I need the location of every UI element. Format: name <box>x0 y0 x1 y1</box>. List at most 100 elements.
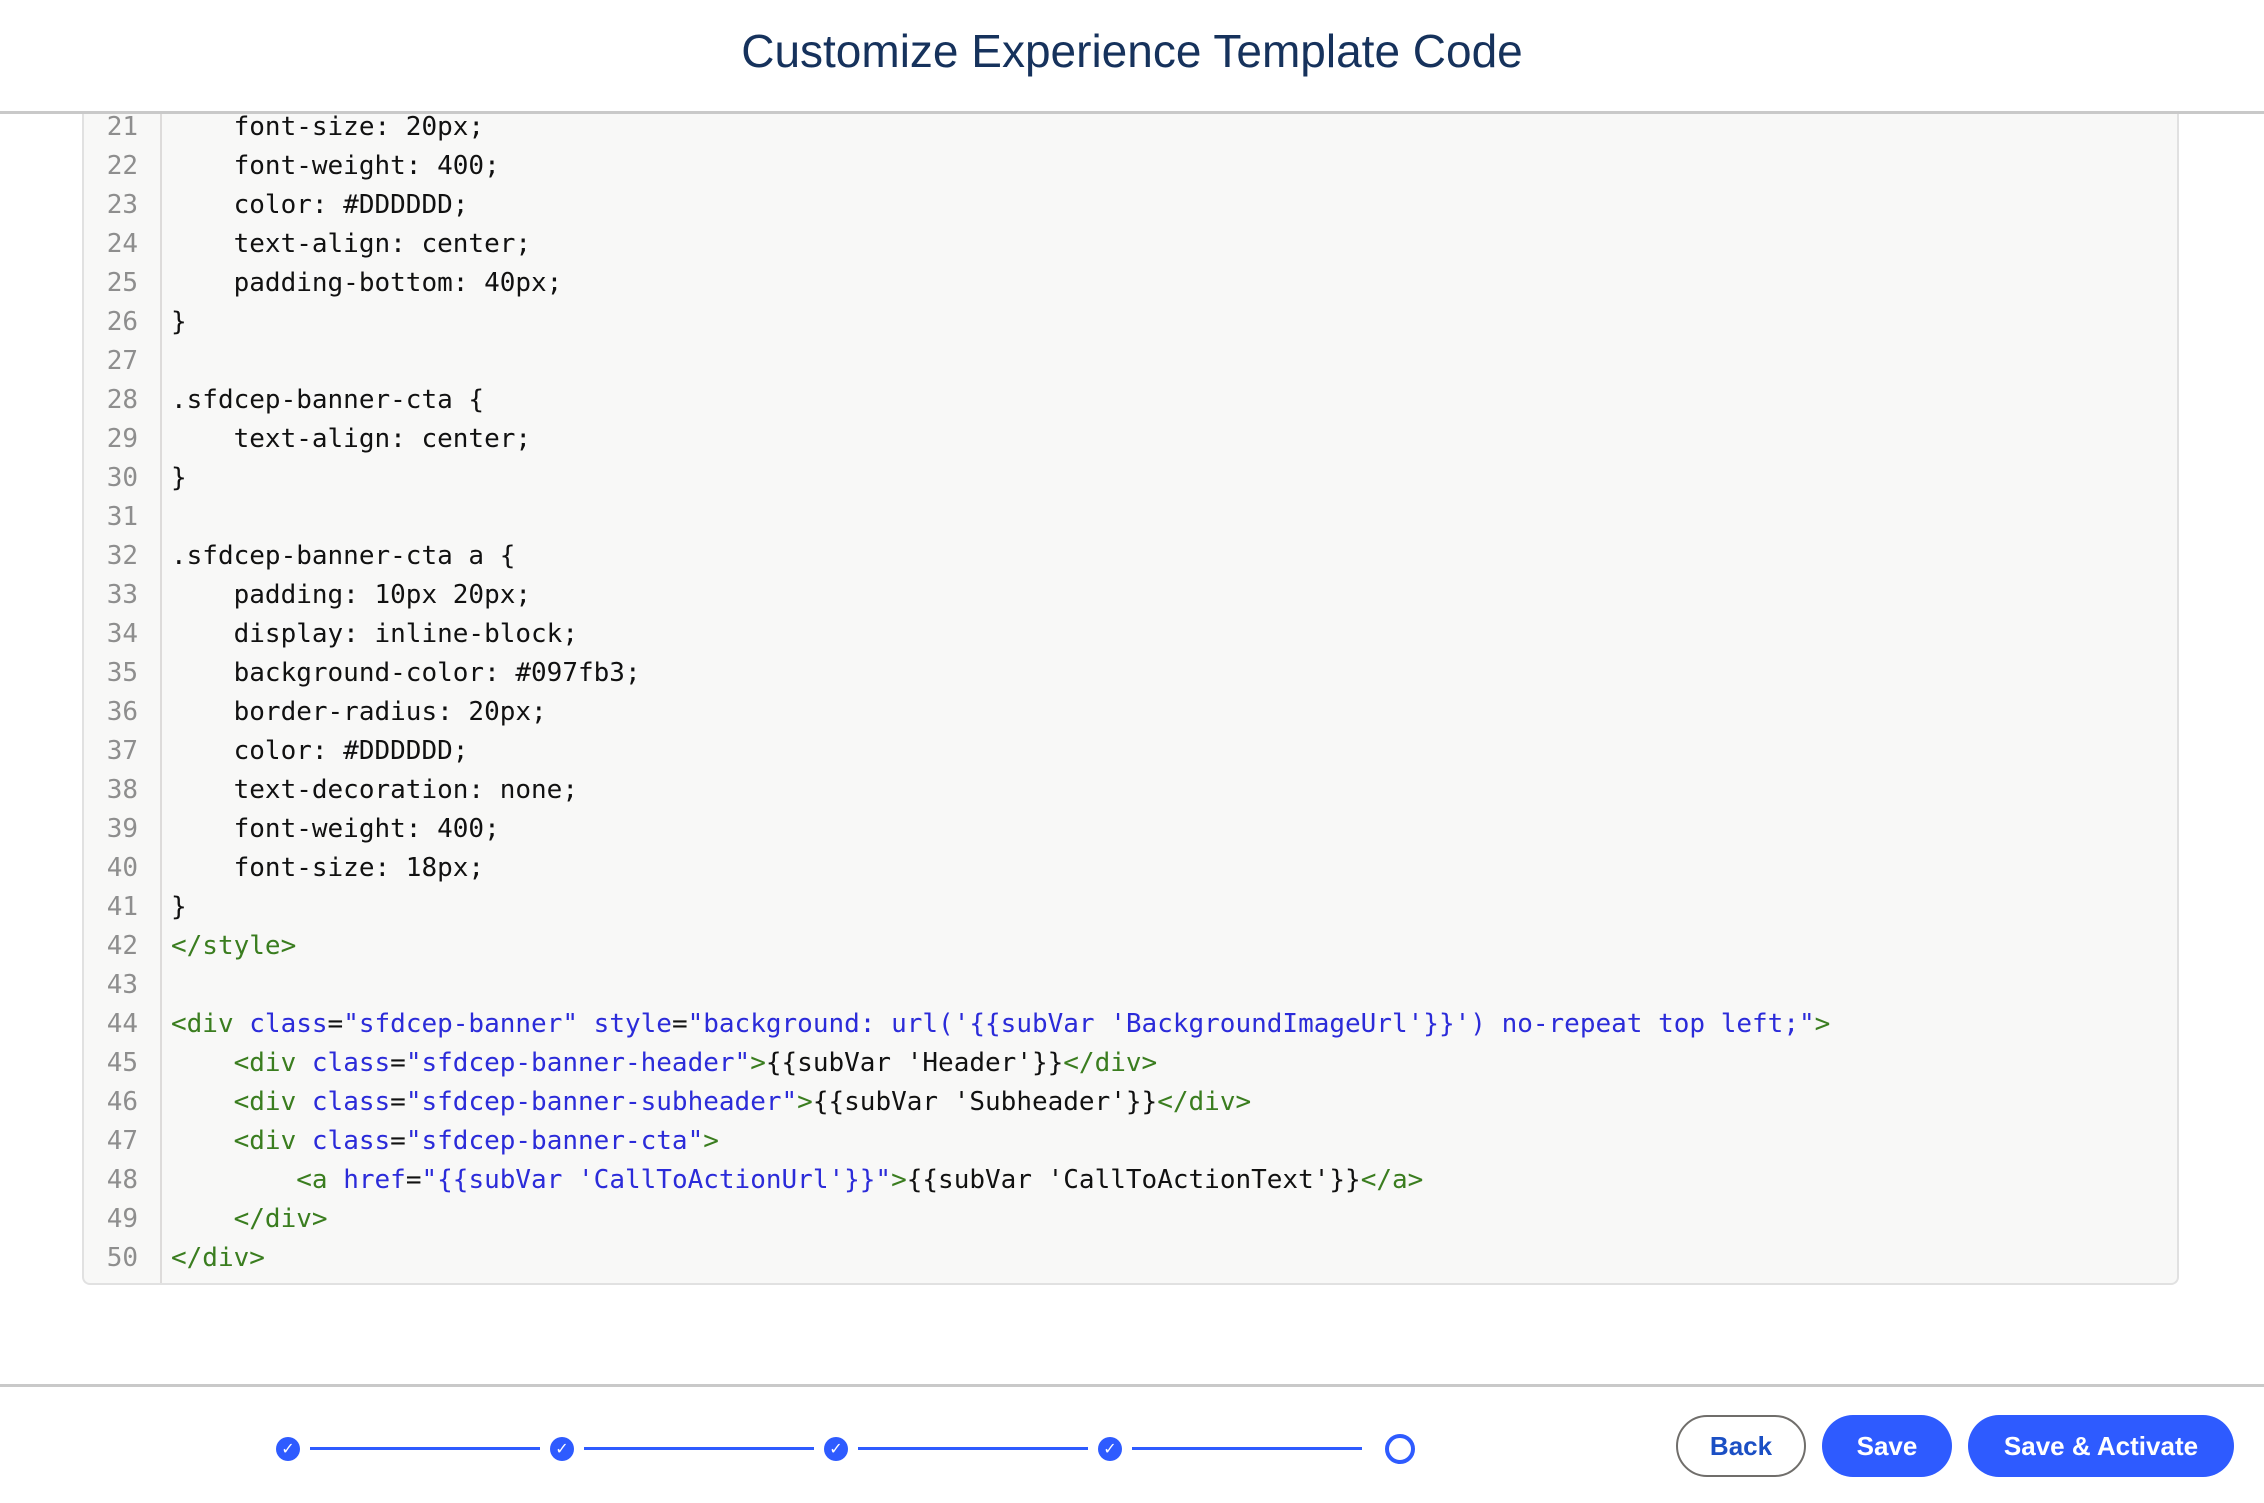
code-line[interactable]: 24 text-align: center; <box>84 225 2177 264</box>
code-line[interactable]: 21 font-size: 20px; <box>84 114 2177 147</box>
code-text[interactable]: <div class="sfdcep-banner-subheader">{{s… <box>171 1083 1252 1122</box>
line-number: 50 <box>106 1243 138 1273</box>
save-button[interactable]: Save <box>1822 1415 1952 1477</box>
current-step-icon[interactable] <box>1385 1434 1415 1464</box>
page-title: Customize Experience Template Code <box>741 25 1523 77</box>
code-text[interactable]: padding: 10px 20px; <box>171 576 531 615</box>
code-token: > <box>703 1126 719 1156</box>
code-text[interactable]: </div> <box>171 1239 265 1278</box>
code-line[interactable]: 22 font-weight: 400; <box>84 147 2177 186</box>
code-line[interactable]: 30} <box>84 459 2177 498</box>
code-text[interactable]: </div> <box>171 1200 328 1239</box>
line-number: 40 <box>106 853 138 883</box>
code-token: </a> <box>1360 1165 1424 1195</box>
code-text[interactable]: font-size: 20px; <box>171 114 484 147</box>
code-token: {{subVar 'CallToActionText'}} <box>906 1165 1361 1195</box>
code-text[interactable]: text-align: center; <box>171 420 531 459</box>
back-button[interactable]: Back <box>1676 1415 1806 1477</box>
code-token: class <box>296 1048 391 1078</box>
code-text[interactable]: .sfdcep-banner-cta a { <box>171 537 515 576</box>
check-icon[interactable]: ✓ <box>550 1437 574 1461</box>
code-line[interactable]: 33 padding: 10px 20px; <box>84 576 2177 615</box>
code-token: <div <box>171 1009 234 1039</box>
line-number: 43 <box>106 970 138 1000</box>
save-activate-button[interactable]: Save & Activate <box>1968 1415 2234 1477</box>
code-text[interactable]: background-color: #097fb3; <box>171 654 641 693</box>
code-text[interactable]: color: #DDDDDD; <box>171 732 469 771</box>
line-number: 46 <box>106 1087 138 1117</box>
code-token: > <box>891 1165 907 1195</box>
line-number: 48 <box>106 1165 138 1195</box>
progress-connector <box>584 1447 814 1450</box>
code-line[interactable]: 23 color: #DDDDDD; <box>84 186 2177 225</box>
code-text[interactable]: } <box>171 888 187 927</box>
code-token: text-align: center; <box>171 229 532 259</box>
code-line[interactable]: 42 </style> <box>84 927 2177 966</box>
code-text[interactable]: padding-bottom: 40px; <box>171 264 563 303</box>
code-line[interactable]: 37 color: #DDDDDD; <box>84 732 2177 771</box>
code-line[interactable]: 27 <box>84 342 2177 381</box>
code-line[interactable]: 45 <div class="sfdcep-banner-header">{{s… <box>84 1044 2177 1083</box>
code-text[interactable]: } <box>171 303 187 342</box>
code-line[interactable]: 50 </div> <box>84 1239 2177 1278</box>
code-text[interactable]: <div class="sfdcep-banner" style="backgr… <box>171 1005 1830 1044</box>
code-line[interactable]: 36 border-radius: 20px; <box>84 693 2177 732</box>
code-token: > <box>1814 1009 1831 1039</box>
code-text[interactable]: <div class="sfdcep-banner-header">{{subV… <box>171 1044 1158 1083</box>
code-token: "sfdcep-banner" <box>343 1009 579 1039</box>
code-line[interactable]: 26} <box>84 303 2177 342</box>
code-token: = <box>390 1048 406 1078</box>
code-text[interactable]: <div class="sfdcep-banner-cta"> <box>171 1122 719 1161</box>
check-icon[interactable]: ✓ <box>276 1437 300 1461</box>
code-line[interactable]: 29 text-align: center; <box>84 420 2177 459</box>
code-line[interactable]: 44 <div class="sfdcep-banner" style="back… <box>84 1005 2177 1044</box>
code-text[interactable]: text-decoration: none; <box>171 771 578 810</box>
check-icon[interactable]: ✓ <box>1098 1437 1122 1461</box>
line-number: 47 <box>106 1126 138 1156</box>
code-line[interactable]: 40 font-size: 18px; <box>84 849 2177 888</box>
code-line[interactable]: 34 display: inline-block; <box>84 615 2177 654</box>
code-text[interactable]: color: #DDDDDD; <box>171 186 469 225</box>
code-text[interactable]: border-radius: 20px; <box>171 693 547 732</box>
code-text[interactable]: </style> <box>171 927 296 966</box>
code-text[interactable]: font-size: 18px; <box>171 849 484 888</box>
code-text[interactable]: } <box>171 459 187 498</box>
code-text[interactable]: display: inline-block; <box>171 615 578 654</box>
line-number: 26 <box>106 307 138 337</box>
check-icon[interactable]: ✓ <box>824 1437 848 1461</box>
code-line[interactable]: 28 .sfdcep-banner-cta { <box>84 381 2177 420</box>
code-line[interactable]: 39 font-weight: 400; <box>84 810 2177 849</box>
code-line[interactable]: 49 </div> <box>84 1200 2177 1239</box>
code-token: class <box>296 1126 391 1156</box>
code-token: {{subVar 'Subheader'}} <box>812 1087 1158 1117</box>
code-text[interactable]: <a href="{{subVar 'CallToActionUrl'}}">{… <box>171 1161 1423 1200</box>
code-line[interactable]: 41} <box>84 888 2177 927</box>
code-lines[interactable]: 21 font-size: 20px; 22 font-weight: 400; 2… <box>84 114 2177 1278</box>
code-editor[interactable]: 21 font-size: 20px; 22 font-weight: 400; 2… <box>82 114 2179 1285</box>
code-line[interactable]: 47 <div class="sfdcep-banner-cta"> <box>84 1122 2177 1161</box>
code-text[interactable]: font-weight: 400; <box>171 147 500 186</box>
code-line[interactable]: 32 .sfdcep-banner-cta a { <box>84 537 2177 576</box>
code-line[interactable]: 35 background-color: #097fb3; <box>84 654 2177 693</box>
line-number: 36 <box>106 697 138 727</box>
line-number: 31 <box>106 502 138 532</box>
code-line[interactable]: 38 text-decoration: none; <box>84 771 2177 810</box>
code-line[interactable]: 48 <a href="{{subVar 'CallToActionUrl'}}… <box>84 1161 2177 1200</box>
code-line[interactable]: 46 <div class="sfdcep-banner-subheader">… <box>84 1083 2177 1122</box>
code-token: color: #DDDDDD; <box>171 736 469 766</box>
code-token: font-weight: 400; <box>171 814 500 844</box>
line-number: 29 <box>106 424 138 454</box>
code-line[interactable]: 31 <box>84 498 2177 537</box>
code-line[interactable]: 25 padding-bottom: 40px; <box>84 264 2177 303</box>
code-text[interactable]: font-weight: 400; <box>171 810 500 849</box>
code-token: background-color: #097fb3; <box>171 658 641 688</box>
code-token: style <box>578 1009 672 1039</box>
line-number: 34 <box>106 619 138 649</box>
code-text[interactable]: .sfdcep-banner-cta { <box>171 381 484 420</box>
code-text[interactable]: text-align: center; <box>171 225 531 264</box>
line-number: 49 <box>106 1204 138 1234</box>
code-line[interactable]: 43 <box>84 966 2177 1005</box>
line-number: 39 <box>106 814 138 844</box>
